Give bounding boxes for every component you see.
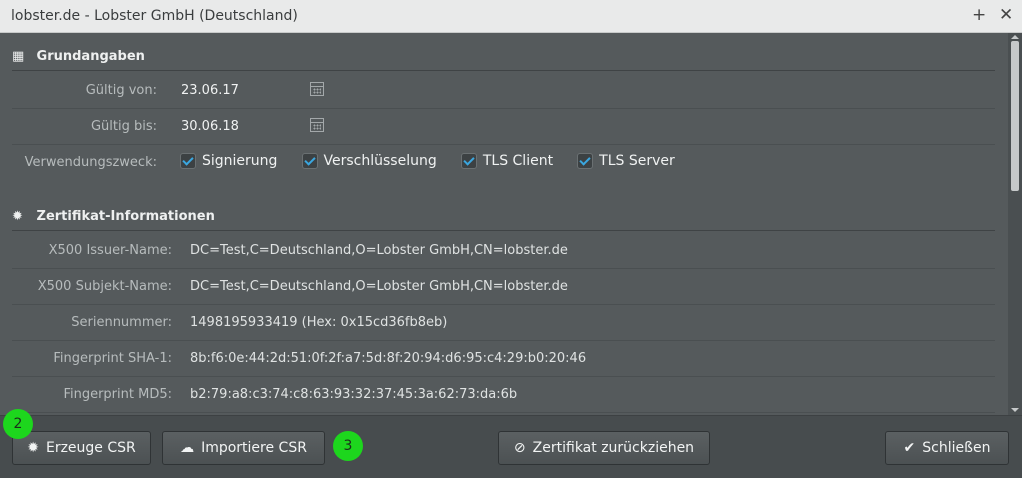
schliessen-button[interactable]: ✔ Schließen: [885, 431, 1009, 465]
checkbox-checked-icon[interactable]: [180, 153, 196, 169]
gueltig-von-field[interactable]: 23.06.17: [181, 83, 239, 98]
row-x500-subjekt: X500 Subjekt-Name: DC=Test,C=Deutschland…: [12, 269, 995, 305]
section-grundangaben: ▦ Grundangaben: [12, 49, 995, 71]
calendar-icon: ▦: [12, 49, 25, 64]
zurueckziehen-label: Zertifikat zurückziehen: [532, 440, 695, 456]
calendar-picker-icon[interactable]: [310, 118, 324, 132]
section-grundangaben-title: Grundangaben: [36, 49, 145, 64]
info-value: 8b:f6:0e:44:2d:51:0f:2f:a7:5d:8f:20:94:d…: [190, 351, 587, 366]
info-value: 1498195933419 (Hex: 0x15cd36fb8eb): [190, 315, 448, 330]
row-gueltig-von: Gültig von: 23.06.17: [12, 73, 995, 109]
info-label: X500 Subjekt-Name:: [37, 279, 172, 294]
verwendungszweck-label: Verwendungszweck:: [24, 155, 157, 170]
info-value: b2:79:a8:c3:74:c8:63:93:32:37:45:3a:62:7…: [190, 387, 518, 402]
maximize-icon[interactable]: +: [972, 5, 986, 25]
checkbox-signierung[interactable]: Signierung: [180, 153, 277, 169]
marker-3: 3: [333, 431, 363, 461]
info-label: Seriennummer:: [71, 315, 172, 330]
schliessen-label: Schließen: [922, 440, 991, 456]
info-label: Fingerprint MD5:: [63, 387, 172, 402]
calendar-picker-icon[interactable]: [310, 82, 324, 96]
row-x500-issuer: X500 Issuer-Name: DC=Test,C=Deutschland,…: [12, 233, 995, 269]
dialog-content: ▦ Grundangaben Gültig von: 23.06.17 Gült…: [0, 33, 1008, 415]
row-gueltig-bis: Gültig bis: 30.06.18: [12, 109, 995, 145]
checkbox-label: TLS Server: [599, 153, 675, 169]
section-zertifikat-title: Zertifikat-Informationen: [36, 209, 215, 224]
row-fingerprint-md5: Fingerprint MD5: b2:79:a8:c3:74:c8:63:93…: [12, 377, 995, 413]
checkbox-tls-client[interactable]: TLS Client: [460, 153, 554, 169]
scroll-up-icon[interactable]: [1011, 35, 1019, 39]
verwendungszweck-checkboxes: Signierung Verschlüsselung TLS Client TL…: [180, 153, 694, 173]
row-seriennummer: Seriennummer: 1498195933419 (Hex: 0x15cd…: [12, 305, 995, 341]
erzeuge-csr-label: Erzeuge CSR: [45, 440, 136, 456]
row-fingerprint-sha1: Fingerprint SHA-1: 8b:f6:0e:44:2d:51:0f:…: [12, 341, 995, 377]
ban-icon: ⊘: [513, 440, 526, 456]
checkbox-label: Verschlüsselung: [323, 153, 437, 169]
scroll-down-icon[interactable]: [1011, 408, 1019, 412]
checkbox-checked-icon[interactable]: [460, 153, 477, 169]
window-titlebar: lobster.de - Lobster GmbH (Deutschland) …: [0, 0, 1022, 33]
cloud-upload-icon: ☁: [180, 440, 195, 456]
gueltig-bis-field[interactable]: 30.06.18: [181, 119, 239, 134]
check-icon: ✔: [903, 440, 916, 456]
scrollbar-thumb[interactable]: [1011, 41, 1019, 191]
checkbox-label: Signierung: [202, 153, 278, 169]
checkbox-label: TLS Client: [482, 153, 554, 169]
zertifikat-zurueckziehen-button[interactable]: ⊘ Zertifikat zurückziehen: [498, 431, 710, 465]
importiere-csr-label: Importiere CSR: [201, 440, 307, 456]
checkbox-checked-icon[interactable]: [301, 153, 318, 169]
erzeuge-csr-button[interactable]: ✹ Erzeuge CSR: [12, 431, 151, 465]
gueltig-bis-label: Gültig bis:: [90, 119, 157, 134]
close-icon[interactable]: ✕: [999, 5, 1013, 25]
info-label: X500 Issuer-Name:: [48, 243, 172, 258]
vertical-scrollbar[interactable]: [1008, 33, 1022, 415]
info-label: Fingerprint SHA-1:: [53, 351, 172, 366]
row-verwendungszweck: Verwendungszweck: Signierung Verschlüsse…: [12, 145, 995, 181]
importiere-csr-button[interactable]: ☁ Importiere CSR: [162, 431, 325, 465]
marker-2: 2: [3, 409, 33, 439]
checkbox-checked-icon[interactable]: [577, 153, 594, 169]
gear-icon: ✹: [12, 209, 23, 224]
window-title: lobster.de - Lobster GmbH (Deutschland): [11, 8, 298, 24]
checkbox-verschluesselung[interactable]: Verschlüsselung: [301, 153, 437, 169]
info-value: DC=Test,C=Deutschland,O=Lobster GmbH,CN=…: [190, 279, 568, 294]
section-zertifikat-informationen: ✹ Zertifikat-Informationen: [12, 209, 995, 231]
gueltig-von-label: Gültig von:: [85, 83, 157, 98]
dialog-footer: ✹ Erzeuge CSR ☁ Importiere CSR ⊘ Zertifi…: [0, 415, 1022, 478]
info-value: DC=Test,C=Deutschland,O=Lobster GmbH,CN=…: [190, 243, 568, 258]
checkbox-tls-server[interactable]: TLS Server: [577, 153, 675, 169]
gear-icon: ✹: [27, 440, 39, 456]
